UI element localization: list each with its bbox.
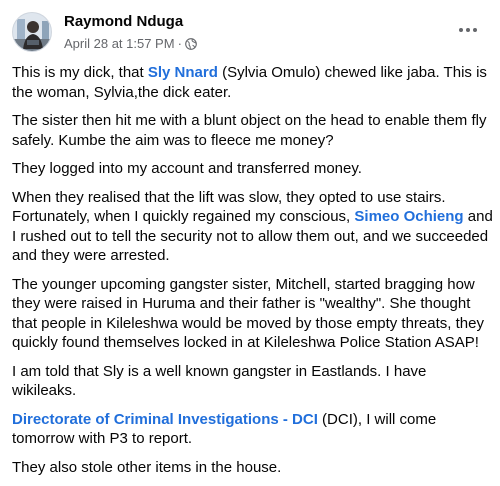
- mention-link-sly-nnard[interactable]: Sly Nnard: [148, 64, 218, 81]
- post-body: This is my dick, that Sly Nnard (Sylvia …: [12, 63, 494, 486]
- paragraph-text: The sister then hit me with a blunt obje…: [12, 112, 487, 149]
- post-timestamp[interactable]: April 28 at 1:57 PM: [64, 36, 175, 51]
- post-header: Raymond Nduga April 28 at 1:57 PM ·: [12, 8, 488, 56]
- globe-icon[interactable]: [185, 37, 197, 50]
- post-paragraph: They also stole other items in the house…: [12, 458, 494, 478]
- author-name[interactable]: Raymond Nduga: [64, 13, 183, 30]
- paragraph-text: The younger upcoming gangster sister, Mi…: [12, 275, 484, 352]
- post-paragraph: Directorate of Criminal Investigations -…: [12, 410, 494, 449]
- post-paragraph: They logged into my account and transfer…: [12, 159, 494, 179]
- post-paragraph: The sister then hit me with a blunt obje…: [12, 111, 494, 150]
- post-paragraph: When they realised that the lift was slo…: [12, 188, 494, 266]
- mention-link-dci[interactable]: Directorate of Criminal Investigations -…: [12, 411, 318, 428]
- post-paragraph: I am told that Sly is a well known gangs…: [12, 362, 494, 401]
- facebook-post: Raymond Nduga April 28 at 1:57 PM · This…: [0, 0, 500, 476]
- paragraph-text: They also stole other items in the house…: [12, 458, 282, 476]
- meta-separator: ·: [177, 36, 182, 51]
- more-options-icon: [459, 28, 477, 32]
- more-options-button[interactable]: [454, 18, 482, 42]
- mention-link-simeo-ochieng[interactable]: Simeo Ochieng: [354, 208, 463, 225]
- paragraph-text: I am told that Sly is a well known gangs…: [12, 362, 427, 400]
- paragraph-text: They logged into my account and transfer…: [12, 160, 362, 177]
- post-paragraph: This is my dick, that Sly Nnard (Sylvia …: [12, 63, 494, 102]
- paragraph-text: This is my dick, that: [12, 64, 148, 81]
- profile-photo: [13, 13, 51, 51]
- post-paragraph: The younger upcoming gangster sister, Mi…: [12, 275, 494, 353]
- avatar[interactable]: [12, 12, 52, 52]
- post-meta: April 28 at 1:57 PM ·: [64, 36, 197, 51]
